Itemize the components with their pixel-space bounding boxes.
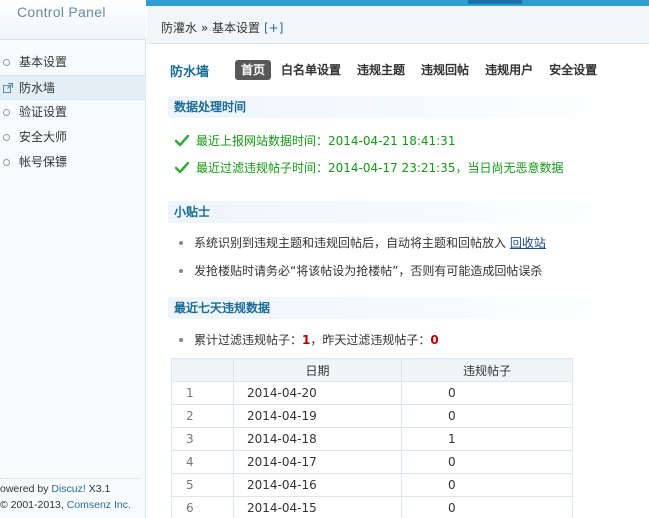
row-count: 0 [401,381,573,405]
sidebar-item-label: 防水墙 [19,81,56,95]
summary-yesterday-label: ，昨天过滤违规帖子： [310,333,431,347]
sidebar-item-firewall[interactable]: 防水墙 [0,75,146,100]
tab-whitelist[interactable]: 白名单设置 [281,60,341,80]
row-index: 1 [171,381,234,405]
column-header-index [171,358,234,382]
breadcrumb-bar: 防灌水 » 基本设置 [+] [147,6,649,44]
section-heading-last-seven-days: 最近七天违规数据 [168,297,638,319]
sidebar-menu: 基本设置 防水墙 验证设置 安全大师 帐号保镖 [0,50,146,175]
row-count: 0 [401,450,573,474]
powered-by-text: owered by Discuz! X3.1 [0,483,110,495]
tab-violating-users[interactable]: 违规用户 [485,60,533,80]
tip-text: 系统识别到违规主题和违规回帖后，自动将主题和回帖放入 [194,236,510,250]
copyright-text: © 2001-2013, Comsenz Inc. [0,499,131,511]
control-panel-header: Control Panel [0,0,146,40]
sidebar-item-basic-settings[interactable]: 基本设置 [0,50,146,75]
recycle-bin-link[interactable]: 回收站 [510,236,546,250]
tab-bar: 首页 白名单设置 违规主题 违规回帖 违规用户 安全设置 [235,60,613,80]
row-date: 2014-04-18 [233,427,402,451]
circle-bullet-icon [3,109,10,116]
tab-violating-threads[interactable]: 违规主题 [357,60,405,80]
sidebar: Control Panel 基本设置 防水墙 验证设置 安全大师 帐号保镖 ow… [0,0,146,518]
sidebar-item-label: 验证设置 [19,105,68,119]
table-row: 6 2014-04-15 0 [171,496,573,518]
column-header-violations: 违规帖子 [401,358,573,382]
row-index: 6 [171,496,234,518]
section-heading-data-time: 数据处理时间 [168,96,638,118]
bullet-dot-icon [179,241,183,245]
tab-home[interactable]: 首页 [235,60,272,80]
sidebar-item-label: 基本设置 [19,55,68,69]
summary-total-label: 累计过滤违规帖子： [194,333,303,347]
check-icon [175,135,189,147]
sidebar-item-security-master[interactable]: 安全大师 [0,125,146,150]
last-filter-text: 最近过滤违规帖子时间：2014-04-17 23:21:35，当日尚无恶意数据 [196,161,564,175]
powered-by-label: owered by [0,483,52,495]
control-panel-title: Control Panel [17,4,106,20]
row-count: 0 [401,473,573,497]
row-date: 2014-04-20 [233,381,402,405]
row-count: 0 [401,404,573,428]
table-header-row: 日期 违规帖子 [171,358,573,382]
row-date: 2014-04-16 [233,473,402,497]
table-row: 3 2014-04-18 1 [171,427,573,451]
row-count: 0 [401,496,573,518]
section-heading-tips: 小贴士 [168,201,638,223]
top-active-indicator [468,0,522,4]
sidebar-item-label: 帐号保镖 [19,155,68,169]
table-row: 2 2014-04-19 0 [171,404,573,428]
sidebar-footer-divider [0,478,140,479]
check-icon [175,162,189,174]
sidebar-item-label: 安全大师 [19,130,68,144]
circle-bullet-icon [3,159,10,166]
page-title: 防水墙 [170,65,210,80]
last-report-text: 最近上报网站数据时间：2014-04-21 18:41:31 [196,134,456,148]
control-panel-window: Control Panel 基本设置 防水墙 验证设置 安全大师 帐号保镖 ow… [0,0,649,518]
external-link-icon [3,83,13,93]
row-index: 2 [171,404,234,428]
sidebar-item-verification[interactable]: 验证设置 [0,100,146,125]
table-row: 5 2014-04-16 0 [171,473,573,497]
breadcrumb-text: 防灌水 » 基本设置 [161,21,260,35]
row-index: 3 [171,427,234,451]
yesterday-filtered-count: 0 [430,333,439,347]
version-label: X3.1 [85,483,111,495]
row-index: 4 [171,450,234,474]
row-count: 1 [401,427,573,451]
violation-stats-table: 日期 违规帖子 1 2014-04-20 0 2 2014-04-19 0 3 … [171,358,573,518]
breadcrumb-add-shortcut-button[interactable]: [+] [264,21,283,35]
sidebar-item-account-guard[interactable]: 帐号保镖 [0,150,146,175]
circle-bullet-icon [3,134,10,141]
row-date: 2014-04-19 [233,404,402,428]
tip-text: 发抢楼贴时请务必“将该帖设为抢楼帖”，否则有可能造成回帖误杀 [194,264,543,278]
discuz-link[interactable]: Discuz! [51,483,85,495]
bullet-dot-icon [179,269,183,273]
row-date: 2014-04-17 [233,450,402,474]
row-date: 2014-04-15 [233,496,402,518]
circle-bullet-icon [3,59,10,66]
table-row: 4 2014-04-17 0 [171,450,573,474]
comsenz-link[interactable]: Comsenz Inc. [67,499,131,511]
copyright-label: © 2001-2013, [0,499,67,511]
tab-violating-replies[interactable]: 违规回帖 [421,60,469,80]
column-header-date: 日期 [233,358,402,382]
row-index: 5 [171,473,234,497]
table-row: 1 2014-04-20 0 [171,381,573,405]
breadcrumb: 防灌水 » 基本设置 [+] [161,19,283,36]
tab-security-settings[interactable]: 安全设置 [549,60,597,80]
main-content: 防水墙 首页 白名单设置 违规主题 违规回帖 违规用户 安全设置 数据处理时间 … [147,45,649,518]
bullet-dot-icon [179,338,183,342]
